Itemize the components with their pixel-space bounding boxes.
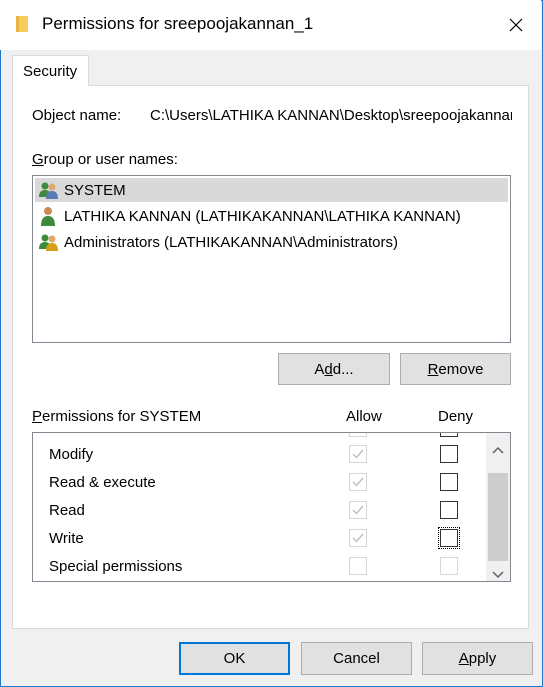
permissions-list[interactable]: Modify Read & execute Read Write Special… xyxy=(32,432,511,582)
deny-checkbox[interactable] xyxy=(440,557,458,575)
permission-name: Read & execute xyxy=(49,474,156,491)
scroll-down-icon[interactable] xyxy=(492,566,504,581)
deny-checkbox[interactable] xyxy=(440,433,458,437)
permission-row-read-execute: Read & execute xyxy=(33,469,483,497)
allow-checkbox[interactable] xyxy=(349,473,367,491)
user-list[interactable]: SYSTEM LATHIKA KANNAN (LATHIKAKANNAN\LAT… xyxy=(32,175,511,343)
allow-checkbox[interactable] xyxy=(349,501,367,519)
permissions-label: Permissions for SYSTEM xyxy=(32,408,202,425)
permission-row-write: Write xyxy=(33,525,483,553)
users-group-icon xyxy=(38,180,60,200)
cancel-button[interactable]: Cancel xyxy=(301,642,412,675)
permission-row-read: Read xyxy=(33,497,483,525)
list-item-administrators[interactable]: Administrators (LATHIKAKANNAN\Administra… xyxy=(35,230,508,254)
list-item-lathika-kannan[interactable]: LATHIKA KANNAN (LATHIKAKANNAN\LATHIKA KA… xyxy=(35,204,508,228)
add-button[interactable]: Add... xyxy=(278,353,390,385)
scrollbar[interactable] xyxy=(486,433,510,581)
scroll-up-icon[interactable] xyxy=(492,441,504,458)
user-name: LATHIKA KANNAN (LATHIKAKANNAN\LATHIKA KA… xyxy=(64,207,461,225)
allow-column-header: Allow xyxy=(346,408,382,425)
users-group-icon xyxy=(38,232,60,252)
allow-checkbox[interactable] xyxy=(349,557,367,575)
ok-button[interactable]: OK xyxy=(179,642,290,675)
permission-name: Special permissions xyxy=(49,558,183,575)
checkmark-icon xyxy=(352,477,364,487)
close-icon xyxy=(509,18,522,32)
scrollbar-thumb[interactable] xyxy=(488,473,508,561)
close-button[interactable] xyxy=(490,0,541,50)
deny-checkbox[interactable] xyxy=(438,527,460,549)
deny-checkbox[interactable] xyxy=(440,501,458,519)
checkmark-icon xyxy=(352,449,364,459)
remove-button[interactable]: Remove xyxy=(400,353,511,385)
permission-row-modify: Modify xyxy=(33,441,483,469)
window-title: Permissions for sreepoojakannan_1 xyxy=(42,14,314,33)
title-bar: Permissions for sreepoojakannan_1 xyxy=(0,0,541,50)
object-name-value: C:\Users\LATHIKA KANNAN\Desktop\sreepooj… xyxy=(150,107,512,124)
permission-name: Read xyxy=(49,502,85,519)
permission-name: Modify xyxy=(49,446,94,463)
group-label: Group or user names: xyxy=(32,151,178,168)
checkmark-icon xyxy=(352,533,364,543)
permission-name: Write xyxy=(49,530,84,547)
allow-checkbox[interactable] xyxy=(349,445,367,463)
deny-column-header: Deny xyxy=(438,408,474,425)
allow-checkbox[interactable] xyxy=(349,529,367,547)
permission-row-special: Special permissions xyxy=(33,553,483,581)
tab-security[interactable]: Security xyxy=(12,55,89,86)
deny-checkbox[interactable] xyxy=(440,473,458,491)
user-icon xyxy=(38,206,60,226)
list-item-system[interactable]: SYSTEM xyxy=(35,178,508,202)
object-name-label: Object name: xyxy=(32,107,122,124)
allow-checkbox[interactable] xyxy=(349,433,367,437)
apply-button[interactable]: Apply xyxy=(422,642,533,675)
user-name: SYSTEM xyxy=(64,181,126,199)
folder-icon xyxy=(14,14,30,38)
tab-label: Security xyxy=(23,63,78,80)
user-name: Administrators (LATHIKAKANNAN\Administra… xyxy=(64,233,398,251)
deny-checkbox[interactable] xyxy=(440,445,458,463)
checkmark-icon xyxy=(352,505,364,515)
